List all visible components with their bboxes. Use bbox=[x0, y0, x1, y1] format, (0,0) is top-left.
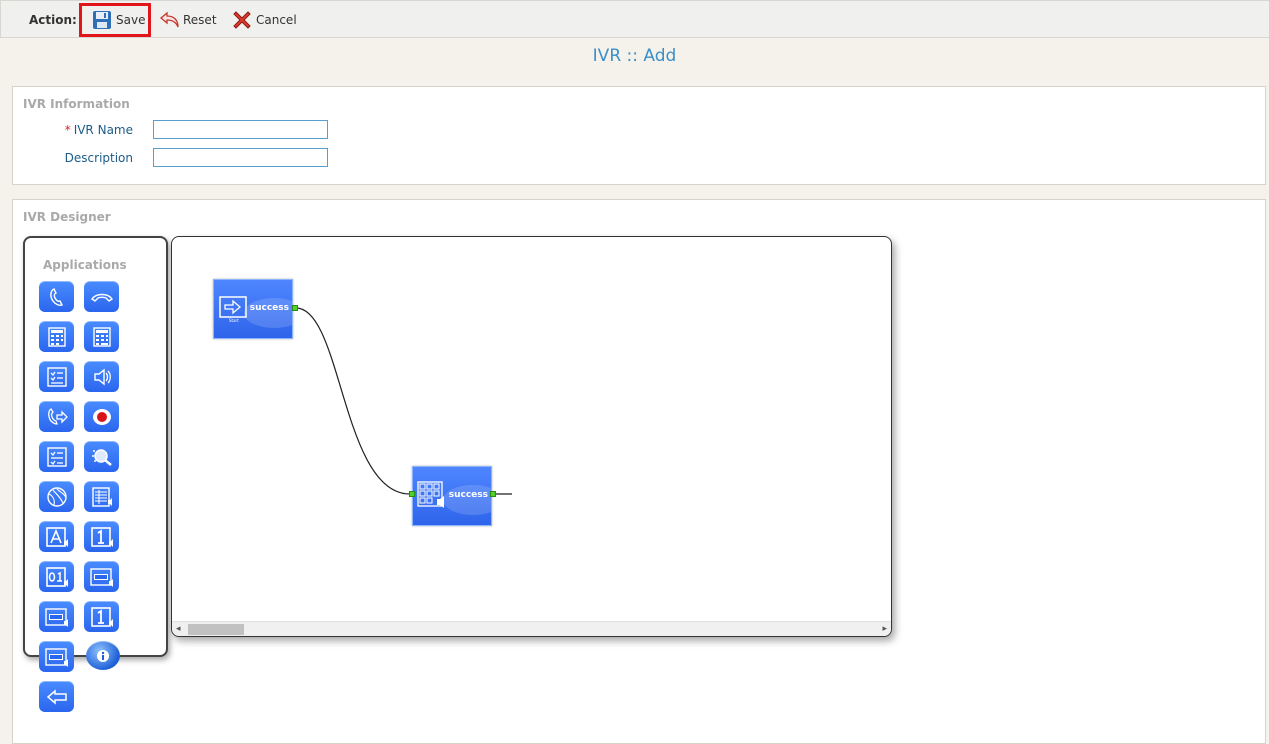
action-label: Action: bbox=[29, 13, 77, 27]
ivr-designer-panel: IVR Designer Applications Start success bbox=[12, 199, 1266, 744]
undo-arrow-icon bbox=[159, 10, 179, 30]
info-icon[interactable] bbox=[86, 641, 120, 670]
scroll-right-icon[interactable]: ▸ bbox=[882, 624, 887, 634]
red-x-icon bbox=[232, 10, 252, 30]
speaker-icon[interactable] bbox=[84, 361, 119, 392]
get-digits-input-port[interactable] bbox=[409, 491, 415, 497]
description-input[interactable] bbox=[153, 148, 328, 167]
hangup-icon[interactable] bbox=[84, 281, 119, 312]
start-node[interactable]: Start success bbox=[213, 279, 293, 339]
start-success-label: success bbox=[249, 303, 289, 313]
page-title: IVR :: Add bbox=[592, 46, 677, 66]
applications-title: Applications bbox=[43, 258, 127, 272]
get-digits-node[interactable]: success bbox=[412, 466, 492, 526]
call-transfer-icon[interactable] bbox=[39, 401, 74, 432]
required-mark: * bbox=[64, 123, 71, 137]
checklist-icon[interactable] bbox=[39, 361, 74, 392]
say-number-icon[interactable] bbox=[84, 521, 119, 552]
say-digits-icon[interactable] bbox=[39, 561, 74, 592]
menu-list-icon[interactable] bbox=[39, 441, 74, 472]
say-number-alt-icon[interactable] bbox=[84, 601, 119, 632]
globe-icon[interactable] bbox=[39, 481, 74, 512]
phone-answer-icon[interactable] bbox=[39, 281, 74, 312]
table-icon[interactable] bbox=[84, 481, 119, 512]
say-alpha-icon[interactable] bbox=[39, 521, 74, 552]
save-button[interactable]: Save bbox=[79, 3, 151, 37]
start-caption: Start bbox=[229, 318, 239, 323]
ivr-name-input[interactable] bbox=[153, 120, 328, 139]
ivr-name-label: * IVR Name bbox=[13, 123, 133, 137]
ivr-information-title: IVR Information bbox=[23, 97, 130, 111]
get-digits-output-port[interactable] bbox=[490, 491, 496, 497]
say-time-alt-icon[interactable] bbox=[39, 641, 74, 672]
horizontal-scrollbar[interactable]: ◂ ▸ bbox=[172, 621, 891, 636]
description-label: Description bbox=[64, 151, 133, 165]
record-icon[interactable] bbox=[84, 401, 119, 432]
search-icon[interactable] bbox=[84, 441, 119, 472]
ivr-information-panel: IVR Information * IVR Name Description bbox=[12, 86, 1266, 185]
cancel-label: Cancel bbox=[256, 13, 297, 27]
start-arrow-icon: Start bbox=[218, 294, 248, 324]
scroll-left-icon[interactable]: ◂ bbox=[176, 624, 181, 634]
cancel-button[interactable]: Cancel bbox=[228, 7, 301, 33]
say-time-icon[interactable] bbox=[39, 601, 74, 632]
ivr-canvas[interactable]: Start success success ◂ ▸ bbox=[171, 236, 892, 637]
start-output-port[interactable] bbox=[292, 305, 298, 311]
reset-button[interactable]: Reset bbox=[155, 7, 221, 33]
keypad-speaker-icon bbox=[417, 481, 447, 511]
keypad-icon[interactable] bbox=[39, 321, 74, 352]
ivr-name-label-text: IVR Name bbox=[73, 123, 133, 137]
scrollbar-thumb[interactable] bbox=[188, 624, 244, 635]
calculator-icon[interactable] bbox=[84, 321, 119, 352]
save-label: Save bbox=[116, 13, 146, 27]
reset-label: Reset bbox=[183, 13, 217, 27]
ivr-designer-title: IVR Designer bbox=[23, 210, 111, 224]
get-digits-success-label: success bbox=[448, 490, 488, 500]
say-date-icon[interactable] bbox=[84, 561, 119, 592]
floppy-disk-icon bbox=[92, 10, 112, 30]
back-arrow-icon[interactable] bbox=[39, 681, 74, 712]
action-toolbar: Action: Save Reset Cancel bbox=[0, 0, 1269, 38]
